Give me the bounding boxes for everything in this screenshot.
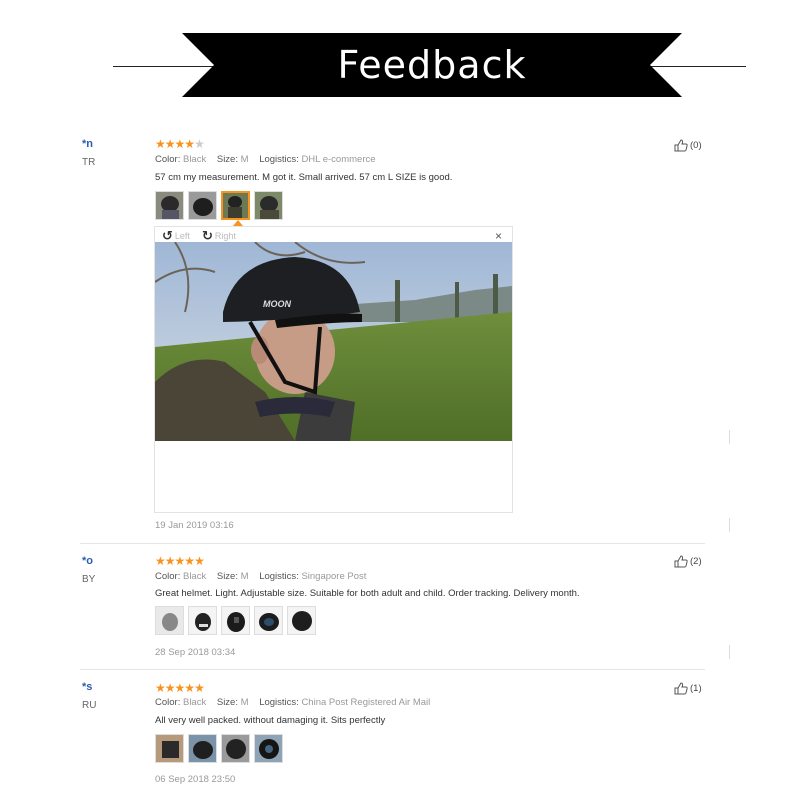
star-icon: ★ xyxy=(155,554,166,568)
star-icon: ★ xyxy=(184,137,195,151)
star-icon: ★ xyxy=(174,554,186,568)
helpful-count: (2) xyxy=(690,556,702,567)
thumbs-up-icon xyxy=(674,555,688,568)
photo-thumbnail[interactable] xyxy=(254,191,283,220)
close-viewer-button[interactable]: × xyxy=(495,229,502,243)
logistics-key: Logistics: xyxy=(259,154,299,165)
logistics-value: Singapore Post xyxy=(301,571,367,582)
reviewer-name: *s xyxy=(82,681,93,693)
size-key: Size: xyxy=(216,697,238,708)
star-icon: ★ xyxy=(164,681,176,695)
color-key: Color: xyxy=(155,154,181,165)
size-value: M xyxy=(240,697,249,708)
star-icon: ★ xyxy=(174,137,186,151)
review-text: All very well packed. without damaging i… xyxy=(155,715,386,726)
photo-thumbnail[interactable] xyxy=(188,191,217,220)
helpful-button[interactable]: (2) xyxy=(674,555,702,568)
scroll-track-mark xyxy=(729,645,730,659)
photo-thumbnail[interactable] xyxy=(287,606,316,635)
review-divider xyxy=(80,669,705,670)
star-icon: ★ xyxy=(174,681,186,695)
helmet-logo-text: MOON xyxy=(263,299,291,309)
rating-stars: ★★★★★ xyxy=(155,554,205,568)
star-icon: ★ xyxy=(184,554,195,568)
review-photos xyxy=(155,191,283,220)
color-value: Black xyxy=(182,697,207,708)
star-icon: ★ xyxy=(194,554,205,568)
review-photos xyxy=(155,734,283,763)
photo-thumbnail[interactable] xyxy=(221,606,250,635)
review-date: 28 Sep 2018 03:34 xyxy=(155,647,236,658)
helpful-count: (0) xyxy=(690,140,702,151)
photo-thumbnail[interactable] xyxy=(155,734,184,763)
photo-thumbnail[interactable] xyxy=(188,606,217,635)
reviewer-country: TR xyxy=(82,157,96,168)
page-title: Feedback xyxy=(337,43,527,87)
helpful-button[interactable]: (0) xyxy=(674,139,702,152)
star-icon: ★ xyxy=(155,681,166,695)
photo-thumbnail[interactable] xyxy=(188,734,217,763)
helpful-button[interactable]: (1) xyxy=(674,682,702,695)
scroll-track-mark xyxy=(729,430,730,444)
color-key: Color: xyxy=(155,697,181,708)
color-value: Black xyxy=(182,571,207,582)
logistics-key: Logistics: xyxy=(259,697,299,708)
star-icon: ★ xyxy=(155,137,166,151)
thumbs-up-icon xyxy=(674,682,688,695)
rating-stars: ★★★★★ xyxy=(155,681,205,695)
rating-stars: ★★★★★ xyxy=(155,137,205,151)
order-meta: Color: Black Size: M Logistics: DHL e-co… xyxy=(155,154,376,165)
size-value: M xyxy=(240,571,249,582)
order-meta: Color: Black Size: M Logistics: China Po… xyxy=(155,697,430,708)
review-divider xyxy=(80,543,705,544)
scroll-track-mark xyxy=(729,518,730,532)
review-photos xyxy=(155,606,316,635)
star-icon: ★ xyxy=(164,137,176,151)
review-text: Great helmet. Light. Adjustable size. Su… xyxy=(155,588,580,599)
logistics-value: DHL e-commerce xyxy=(301,154,376,165)
photo-thumbnail[interactable] xyxy=(221,734,250,763)
color-value: Black xyxy=(182,154,207,165)
review-photo-large: MOON xyxy=(155,242,512,441)
size-key: Size: xyxy=(216,571,238,582)
logistics-key: Logistics: xyxy=(259,571,299,582)
photo-thumbnail[interactable] xyxy=(254,606,283,635)
rotate-right-label: Right xyxy=(214,231,236,241)
review-date: 19 Jan 2019 03:16 xyxy=(155,520,234,531)
review-text: 57 cm my measurement. M got it. Small ar… xyxy=(155,172,453,183)
star-icon: ★ xyxy=(164,554,176,568)
reviewer-name: *o xyxy=(82,555,93,567)
photo-thumbnail-selected[interactable] xyxy=(221,191,250,220)
photo-thumbnail[interactable] xyxy=(155,606,184,635)
star-empty-icon: ★ xyxy=(194,137,205,151)
color-key: Color: xyxy=(155,571,181,582)
star-icon: ★ xyxy=(194,681,205,695)
reviewer-name: *n xyxy=(82,138,93,150)
helpful-count: (1) xyxy=(690,683,702,694)
logistics-value: China Post Registered Air Mail xyxy=(301,697,431,708)
size-key: Size: xyxy=(216,154,238,165)
reviewer-country: BY xyxy=(82,574,96,585)
order-meta: Color: Black Size: M Logistics: Singapor… xyxy=(155,571,366,582)
reviewer-country: RU xyxy=(82,700,97,711)
rotate-left-label: Left xyxy=(174,231,190,241)
thumbs-up-icon xyxy=(674,139,688,152)
review-date: 06 Sep 2018 23:50 xyxy=(155,774,236,785)
photo-thumbnail[interactable] xyxy=(155,191,184,220)
size-value: M xyxy=(240,154,249,165)
star-icon: ★ xyxy=(184,681,195,695)
photo-thumbnail[interactable] xyxy=(254,734,283,763)
